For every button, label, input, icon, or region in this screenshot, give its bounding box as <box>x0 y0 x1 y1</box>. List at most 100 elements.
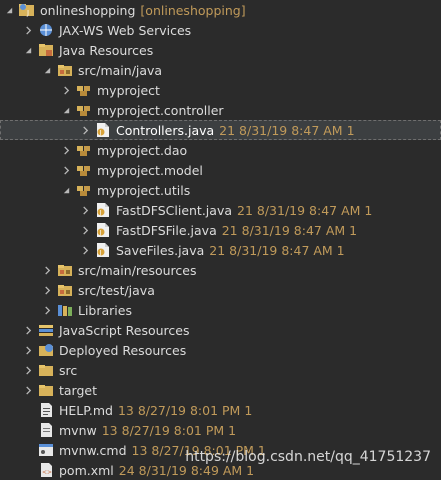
folder-icon <box>37 382 55 398</box>
tree-item-metadata: 13 8/27/19 8:01 PM 1 <box>117 402 253 418</box>
tree-item-label: src/test/java <box>78 282 155 298</box>
tree-item-label: Libraries <box>78 302 132 318</box>
tree-item-jax-ws-web-services[interactable]: JAX-WS Web Services <box>0 20 441 40</box>
expanded-chevron-icon[interactable] <box>59 186 73 195</box>
xml-file-icon: <> <box>37 462 55 478</box>
tree-item-label: myproject.controller <box>97 102 224 118</box>
tree-item-src-test-java[interactable]: src/test/java <box>0 280 441 300</box>
tree-item-label: JavaScript Resources <box>59 322 190 338</box>
tree-item-javascript-resources[interactable]: JavaScript Resources <box>0 320 441 340</box>
tree-item-myproject[interactable]: myproject <box>0 80 441 100</box>
tree-item-label: myproject <box>97 82 160 98</box>
tree-item-savefiles-java[interactable]: J SaveFiles.java 21 8/31/19 8:47 AM 1 <box>0 240 441 260</box>
folder-icon <box>37 362 55 378</box>
collapsed-chevron-icon[interactable] <box>78 245 92 255</box>
deployed-resources-icon <box>37 342 55 358</box>
libraries-icon <box>56 302 74 318</box>
collapsed-chevron-icon[interactable] <box>40 305 54 315</box>
tree-item-src-main-resources[interactable]: src/main/resources <box>0 260 441 280</box>
web-services-icon <box>37 22 55 38</box>
source-folder-icon <box>56 282 74 298</box>
collapsed-chevron-icon[interactable] <box>59 165 73 175</box>
collapsed-chevron-icon[interactable] <box>78 205 92 215</box>
package-icon <box>75 102 93 118</box>
tree-item-label: JAX-WS Web Services <box>59 22 192 38</box>
collapsed-chevron-icon[interactable] <box>59 85 73 95</box>
tree-item-myproject-controller[interactable]: myproject.controller <box>0 100 441 120</box>
tree-item-label: Controllers.java <box>116 122 215 138</box>
collapsed-chevron-icon[interactable] <box>78 125 92 135</box>
collapsed-chevron-icon[interactable] <box>21 385 35 395</box>
tree-item-fastdfsfile-java[interactable]: J FastDFSFile.java 21 8/31/19 8:47 AM 1 <box>0 220 441 240</box>
tree-item-onlineshopping[interactable]: Jonlineshopping [onlineshopping] <box>0 0 441 20</box>
tree-item-label: myproject.utils <box>97 182 191 198</box>
tree-item-metadata: 21 8/31/19 8:47 AM 1 <box>219 122 355 138</box>
collapsed-chevron-icon[interactable] <box>21 325 35 335</box>
collapsed-chevron-icon[interactable] <box>59 145 73 155</box>
tree-item-metadata: 21 8/31/19 8:47 AM 1 <box>237 202 373 218</box>
tree-item-target[interactable]: target <box>0 380 441 400</box>
tree-item-label: onlineshopping <box>40 2 136 18</box>
project-folder-icon: J <box>18 2 36 18</box>
expanded-chevron-icon[interactable] <box>59 106 73 115</box>
tree-item-label: src/main/resources <box>78 262 197 278</box>
tree-item-label: myproject.dao <box>97 142 188 158</box>
tree-item-src-main-java[interactable]: src/main/java <box>0 60 441 80</box>
tree-item-myproject-dao[interactable]: myproject.dao <box>0 140 441 160</box>
project-explorer-tree: Jonlineshopping [onlineshopping] JAX-WS We… <box>0 0 441 478</box>
cmd-file-icon <box>37 442 55 458</box>
text-file-icon <box>37 422 55 438</box>
tree-item-label: target <box>59 382 98 398</box>
tree-item-label: SaveFiles.java <box>116 242 205 258</box>
package-icon <box>75 182 93 198</box>
collapsed-chevron-icon[interactable] <box>21 25 35 35</box>
java-resources-icon <box>37 42 55 58</box>
collapsed-chevron-icon[interactable] <box>40 285 54 295</box>
svg-text:J: J <box>99 250 102 257</box>
java-file-icon: J <box>94 202 112 218</box>
tree-item-myproject-model[interactable]: myproject.model <box>0 160 441 180</box>
tree-item-java-resources[interactable]: Java Resources <box>0 40 441 60</box>
svg-text:J: J <box>99 210 102 217</box>
tree-item-label: FastDFSFile.java <box>116 222 217 238</box>
java-file-icon: J <box>94 242 112 258</box>
tree-item-label: src <box>59 362 78 378</box>
svg-text:J: J <box>99 130 102 137</box>
expanded-chevron-icon[interactable] <box>21 46 35 55</box>
java-file-icon: J <box>94 222 112 238</box>
javascript-resources-icon <box>37 322 55 338</box>
tree-item-deployed-resources[interactable]: Deployed Resources <box>0 340 441 360</box>
tree-item-mvnw[interactable]: mvnw 13 8/27/19 8:01 PM 1 <box>0 420 441 440</box>
watermark: https://blog.csdn.net/qq_41751237 <box>185 449 431 465</box>
tree-item-metadata: 13 8/27/19 8:01 PM 1 <box>101 422 237 438</box>
tree-item-myproject-utils[interactable]: myproject.utils <box>0 180 441 200</box>
source-folder-icon <box>56 262 74 278</box>
svg-text:J: J <box>99 230 102 237</box>
tree-item-label: src/main/java <box>78 62 163 78</box>
expanded-chevron-icon[interactable] <box>40 66 54 75</box>
package-icon <box>75 162 93 178</box>
tree-item-controllers-java[interactable]: J Controllers.java 21 8/31/19 8:47 AM 1 <box>0 120 441 140</box>
tree-item-label: myproject.model <box>97 162 203 178</box>
tree-item-help-md[interactable]: HELP.md 13 8/27/19 8:01 PM 1 <box>0 400 441 420</box>
svg-text:<>: <> <box>42 469 52 476</box>
collapsed-chevron-icon[interactable] <box>40 265 54 275</box>
tree-item-libraries[interactable]: Libraries <box>0 300 441 320</box>
tree-item-label: FastDFSClient.java <box>116 202 232 218</box>
tree-item-label: mvnw.cmd <box>59 442 127 458</box>
tree-item-metadata: [onlineshopping] <box>140 2 246 18</box>
collapsed-chevron-icon[interactable] <box>78 225 92 235</box>
collapsed-chevron-icon[interactable] <box>21 345 35 355</box>
package-icon <box>75 82 93 98</box>
tree-item-fastdfsclient-java[interactable]: J FastDFSClient.java 21 8/31/19 8:47 AM 1 <box>0 200 441 220</box>
tree-item-label: Deployed Resources <box>59 342 187 358</box>
tree-item-src[interactable]: src <box>0 360 441 380</box>
tree-item-metadata: 21 8/31/19 8:47 AM 1 <box>209 242 345 258</box>
tree-item-label: pom.xml <box>59 462 114 478</box>
tree-item-label: Java Resources <box>59 42 154 58</box>
svg-text:J: J <box>26 9 29 17</box>
expanded-chevron-icon[interactable] <box>2 6 16 15</box>
collapsed-chevron-icon[interactable] <box>21 365 35 375</box>
package-icon <box>75 142 93 158</box>
markdown-file-icon <box>37 402 55 418</box>
